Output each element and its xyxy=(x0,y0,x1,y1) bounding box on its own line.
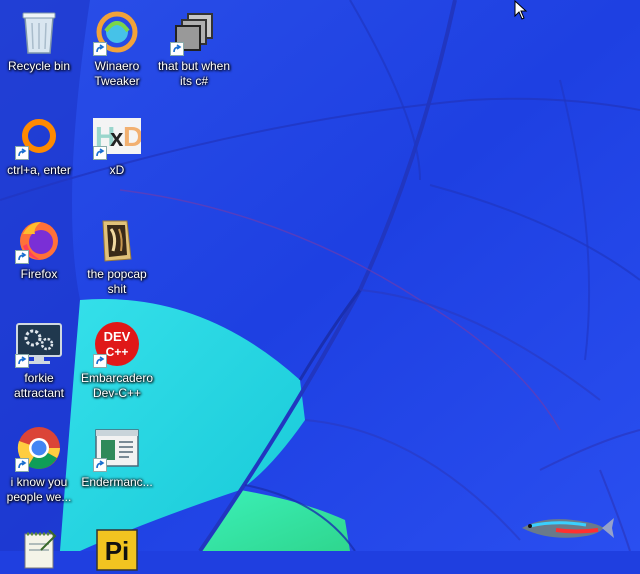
shortcut-arrow-icon xyxy=(15,250,29,264)
shortcut-arrow-icon xyxy=(93,458,107,472)
shortcut-arrow-icon xyxy=(15,458,29,472)
desktop-icon-that-but-when-its-cs[interactable]: that but when its c# xyxy=(156,8,232,89)
desktop-icon-xd[interactable]: H D x xD xyxy=(79,112,155,178)
desktop-icon-winaero-tweaker[interactable]: Winaero Tweaker xyxy=(79,8,155,89)
svg-text:C++: C++ xyxy=(106,345,129,359)
icon-label: Endermanc... xyxy=(81,475,153,489)
pi-icon: Pi xyxy=(96,529,138,571)
icon-label: xD xyxy=(109,163,125,177)
svg-text:Pi: Pi xyxy=(105,536,130,566)
desktop-icon-i-know-you-people[interactable]: i know you people we... xyxy=(1,424,77,505)
shortcut-arrow-icon xyxy=(15,146,29,160)
desktop-icon-the-popcap-shit[interactable]: the popcap shit xyxy=(79,216,155,297)
desktop-icon-ctrl-a-enter[interactable]: ctrl+a, enter xyxy=(1,112,77,178)
icon-label: that but when its c# xyxy=(157,59,231,88)
mouse-cursor-icon xyxy=(514,0,528,20)
notepad-icon xyxy=(24,530,57,569)
icon-label: forkie attractant xyxy=(13,371,65,400)
desktop-icon-recycle-bin[interactable]: Recycle bin xyxy=(1,8,77,74)
desktop-icon-endermanch[interactable]: Endermanc... xyxy=(79,424,155,490)
shortcut-arrow-icon xyxy=(170,42,184,56)
shortcut-arrow-icon xyxy=(93,42,107,56)
desktop-icon-firefox[interactable]: Firefox xyxy=(1,216,77,282)
icon-label: ctrl+a, enter xyxy=(7,163,71,177)
shortcut-arrow-icon xyxy=(93,354,107,368)
svg-text:D: D xyxy=(123,121,141,152)
shortcut-arrow-icon xyxy=(93,146,107,160)
desktop-icon-embarcadero-devcpp[interactable]: DEV C++ Embarcadero Dev-C++ xyxy=(79,320,155,401)
icon-label: Recycle bin xyxy=(7,59,71,73)
desktop-icon-forkie-attractant[interactable]: forkie attractant xyxy=(1,320,77,401)
desktop-icon-pi-partial[interactable]: Pi xyxy=(79,526,155,574)
neon-fish-icon xyxy=(522,518,614,538)
recycle-bin-icon xyxy=(22,12,56,54)
shortcut-arrow-icon xyxy=(15,354,29,368)
icon-label: Embarcadero Dev-C++ xyxy=(80,371,154,400)
svg-text:x: x xyxy=(110,125,124,152)
icon-label: Firefox xyxy=(20,267,58,281)
folder-icon xyxy=(102,220,132,262)
icon-label: the popcap shit xyxy=(87,267,147,296)
icon-label: i know you people we... xyxy=(6,475,72,504)
desktop-icon-notepad-partial[interactable] xyxy=(1,526,77,574)
svg-text:DEV: DEV xyxy=(104,329,131,344)
icon-label: Winaero Tweaker xyxy=(94,59,140,88)
